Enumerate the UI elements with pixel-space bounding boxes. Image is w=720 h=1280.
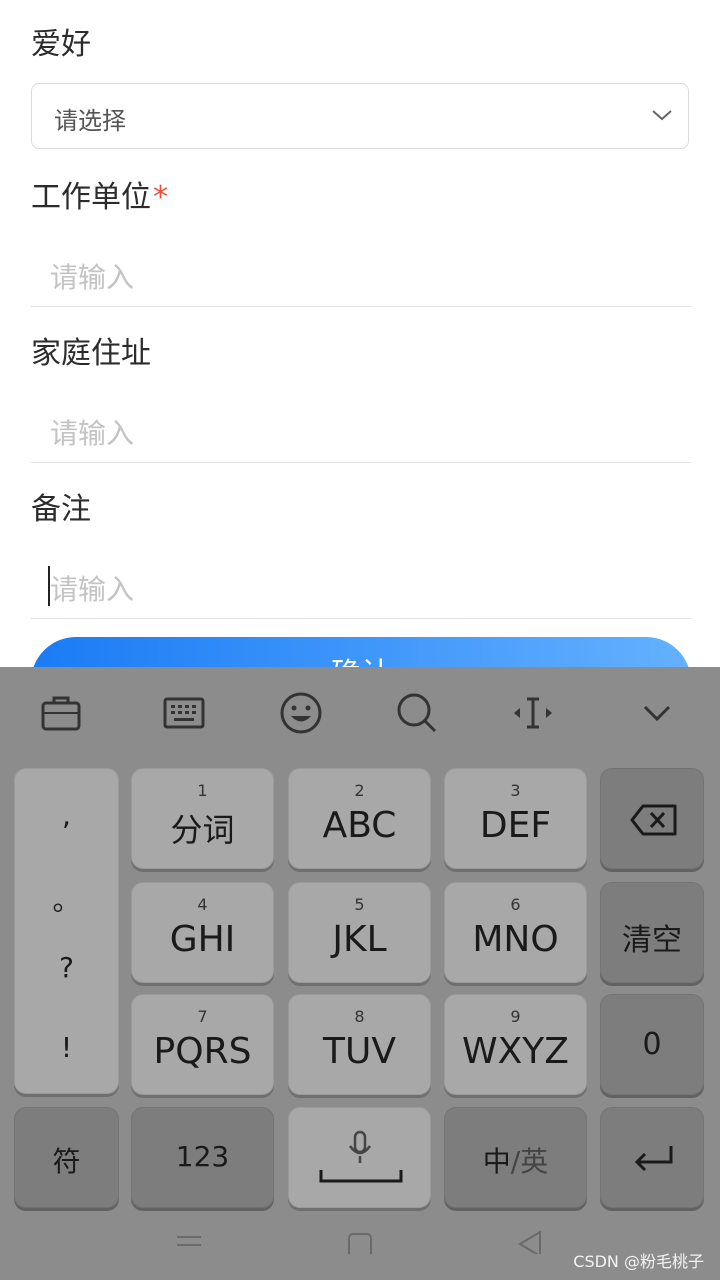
key-label: 123	[175, 1140, 230, 1173]
watermark: CSDN @粉毛桃子	[573, 1252, 704, 1271]
note-label: 备注	[31, 492, 91, 527]
hobby-placeholder: 请选择	[54, 107, 126, 135]
cursor-move-icon[interactable]	[509, 689, 557, 737]
key-number: 1	[197, 781, 208, 800]
clear-label: 清空	[622, 923, 682, 958]
key-1[interactable]: 1 分词	[131, 768, 274, 869]
key-9[interactable]: 9 WXYZ	[444, 994, 587, 1095]
enter-icon	[634, 1146, 673, 1172]
address-input[interactable]: 请输入	[31, 396, 691, 463]
language-label: 中/英	[445, 1140, 586, 1180]
work-input[interactable]: 请输入	[31, 240, 691, 307]
key-label: MNO	[472, 919, 559, 960]
key-7[interactable]: 7 PQRS	[131, 994, 274, 1095]
note-input[interactable]: 请输入	[31, 552, 691, 619]
language-switch-key[interactable]: 中/英	[444, 1107, 587, 1208]
work-label: 工作单位*	[31, 180, 168, 216]
key-label: 符	[52, 1145, 81, 1178]
enter-key[interactable]	[600, 1107, 704, 1208]
address-label: 家庭住址	[31, 336, 151, 371]
key-label: ABC	[322, 805, 397, 846]
back-icon[interactable]	[516, 1230, 544, 1254]
backspace-icon	[630, 804, 677, 836]
space-key[interactable]	[288, 1107, 431, 1208]
numeric-mode-key[interactable]: 123	[131, 1107, 274, 1208]
key-label: GHI	[169, 919, 236, 960]
key-number: 3	[510, 781, 521, 800]
key-8[interactable]: 8 TUV	[288, 994, 431, 1095]
key-number: 6	[510, 895, 521, 914]
key-number: 8	[354, 1007, 365, 1026]
work-label-text: 工作单位	[31, 180, 151, 215]
lang-en: 英	[520, 1145, 549, 1178]
punct-period[interactable]: 。	[15, 879, 118, 919]
backspace-key[interactable]	[600, 768, 704, 869]
punctuation-key-column[interactable]: , 。 ? !	[14, 768, 119, 1094]
punct-comma[interactable]: ,	[15, 799, 118, 832]
hobby-select[interactable]: 请选择	[31, 83, 689, 149]
lang-sep: /	[510, 1145, 521, 1178]
key-number: 2	[354, 781, 365, 800]
punct-exclaim[interactable]: !	[15, 1031, 118, 1064]
key-number: 5	[354, 895, 365, 914]
key-5[interactable]: 5 JKL	[288, 882, 431, 983]
toolbox-icon[interactable]	[37, 689, 85, 737]
symbol-key[interactable]: 符	[14, 1107, 119, 1208]
chevron-down-icon	[652, 110, 672, 121]
key-6[interactable]: 6 MNO	[444, 882, 587, 983]
key-label: 0	[642, 1027, 662, 1062]
form-area: 爱好 请选择 工作单位* 请输入 家庭住址 请输入 备注 请输入 确认	[0, 0, 720, 668]
search-icon[interactable]	[393, 689, 441, 737]
key-label: WXYZ	[462, 1031, 569, 1072]
work-placeholder: 请输入	[50, 261, 135, 294]
keyboard-layout-icon[interactable]	[160, 689, 208, 737]
required-mark: *	[153, 180, 168, 215]
key-label: PQRS	[153, 1031, 252, 1072]
key-number: 9	[510, 1007, 521, 1026]
space-bar-icon	[319, 1170, 403, 1183]
home-icon[interactable]	[347, 1232, 375, 1254]
submit-button[interactable]: 确认	[31, 637, 691, 668]
menu-icon[interactable]	[175, 1234, 203, 1256]
key-label: TUV	[323, 1031, 396, 1072]
key-number: 7	[197, 1007, 208, 1026]
key-number: 4	[197, 895, 208, 914]
collapse-keyboard-icon[interactable]	[633, 689, 681, 737]
lang-zh: 中	[482, 1145, 511, 1178]
key-3[interactable]: 3 DEF	[444, 768, 587, 869]
microphone-icon	[348, 1130, 372, 1163]
key-4[interactable]: 4 GHI	[131, 882, 274, 983]
keyboard: , 。 ? ! 1 分词 2 ABC 3 DEF 4 GHI 5 JKL 6 M…	[0, 667, 720, 1280]
key-label: JKL	[332, 919, 387, 960]
key-0[interactable]: 0	[600, 994, 704, 1095]
clear-key[interactable]: 清空	[600, 882, 704, 983]
note-placeholder: 请输入	[50, 573, 135, 606]
address-placeholder: 请输入	[50, 417, 135, 450]
key-2[interactable]: 2 ABC	[288, 768, 431, 869]
emoji-icon[interactable]	[277, 689, 325, 737]
key-label: DEF	[479, 805, 552, 846]
punct-question[interactable]: ?	[15, 951, 118, 984]
key-label: 分词	[170, 811, 235, 849]
hobby-label: 爱好	[31, 27, 91, 62]
